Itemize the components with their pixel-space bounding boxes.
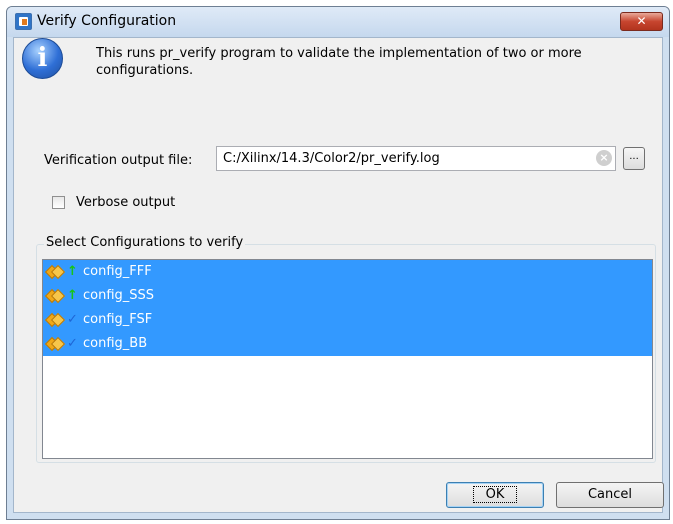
configurations-group-label: Select Configurations to verify [44, 235, 246, 250]
close-button[interactable]: ✕ [620, 12, 663, 31]
browse-button[interactable]: ... [623, 147, 645, 170]
cancel-button[interactable]: Cancel [556, 482, 664, 508]
up-arrow-icon: ↑ [67, 264, 78, 279]
app-icon [15, 13, 32, 30]
list-item[interactable]: ↑ config_SSS [43, 284, 652, 308]
list-item[interactable]: ✓ config_BB [43, 332, 652, 356]
ok-button-label: OK [472, 486, 518, 503]
list-item[interactable]: ↑ config_FFF [43, 260, 652, 284]
output-file-label: Verification output file: [44, 153, 193, 168]
list-item-label: config_BB [83, 336, 148, 351]
info-icon: i [22, 38, 63, 79]
checkmark-icon: ✓ [67, 336, 78, 351]
up-arrow-icon: ↑ [67, 288, 78, 303]
list-item-label: config_SSS [83, 288, 155, 303]
title-bar[interactable]: Verify Configuration ✕ [7, 7, 669, 37]
verbose-label[interactable]: Verbose output [76, 195, 175, 210]
list-item-label: config_FSF [83, 312, 153, 327]
configurations-list[interactable]: ↑ config_FFF ↑ config_SSS ✓ config_FSF ✓… [42, 259, 653, 459]
ok-button[interactable]: OK [446, 482, 544, 508]
window-title: Verify Configuration [37, 13, 177, 29]
list-item[interactable]: ✓ config_FSF [43, 308, 652, 332]
clear-icon[interactable]: × [596, 150, 612, 166]
info-text: This runs pr_verify program to validate … [96, 46, 582, 78]
checkmark-icon: ✓ [67, 312, 78, 327]
verbose-checkbox[interactable] [52, 196, 65, 209]
output-file-input[interactable] [216, 146, 616, 171]
list-item-label: config_FFF [83, 264, 152, 279]
